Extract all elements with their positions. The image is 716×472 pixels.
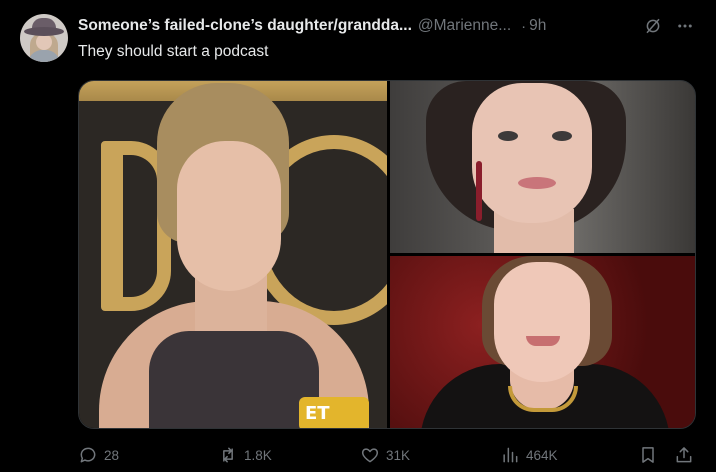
author-display-name[interactable]: Someone’s failed-clone’s daughter/grandd… (78, 17, 412, 35)
views-button[interactable]: 464K (500, 444, 558, 466)
photo-2[interactable] (390, 81, 695, 253)
microphone-label: ET (305, 403, 330, 424)
separator-dot: · (521, 17, 527, 35)
repost-count: 1.8K (244, 447, 272, 463)
repost-icon (223, 447, 233, 463)
repost-button[interactable]: 1.8K (218, 444, 272, 466)
like-button[interactable]: 31K (360, 444, 410, 466)
views-icon (503, 447, 518, 463)
like-count: 31K (386, 447, 411, 463)
post-header: Someone’s failed-clone’s daughter/grandd… (78, 16, 698, 36)
share-button[interactable] (674, 444, 694, 466)
bookmark-icon (642, 447, 654, 463)
post-text: They should start a podcast (78, 43, 269, 60)
views-count: 464K (526, 447, 558, 463)
author-handle[interactable]: @Marienne... (418, 17, 511, 35)
share-icon (676, 447, 692, 463)
post-card[interactable]: Someone’s failed-clone’s daughter/grandd… (0, 0, 716, 472)
grok-icon[interactable] (644, 17, 662, 35)
reply-icon (80, 447, 96, 463)
avatar[interactable] (20, 14, 68, 62)
more-icon[interactable] (675, 17, 695, 35)
photo-3[interactable] (390, 256, 695, 428)
post-timestamp[interactable]: 9h (529, 17, 546, 35)
heart-icon (361, 448, 379, 463)
action-bar: 28 1.8K 31K 464K (78, 444, 696, 466)
photo-1[interactable]: ET (79, 81, 387, 428)
reply-count: 28 (104, 447, 120, 463)
reply-button[interactable]: 28 (78, 444, 119, 466)
bookmark-button[interactable] (638, 444, 658, 466)
media-grid: ET (78, 80, 696, 429)
